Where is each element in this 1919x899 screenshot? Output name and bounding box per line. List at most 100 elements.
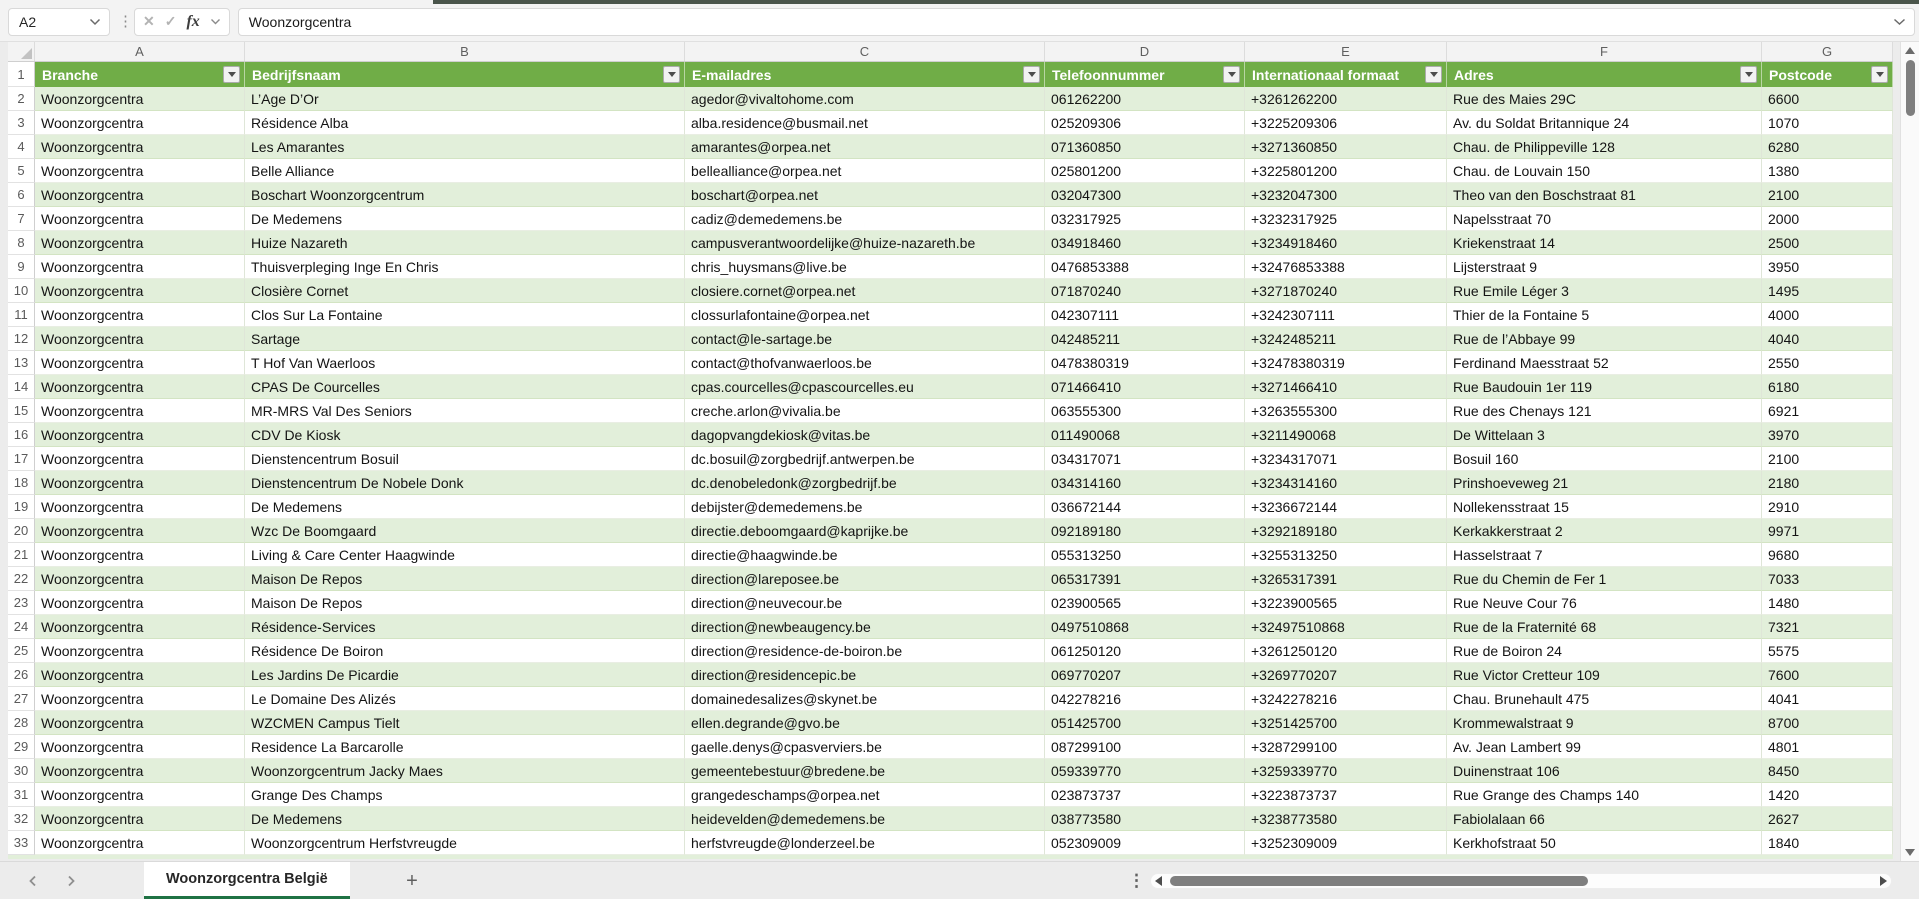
cell[interactable]: 6600 [1762,87,1893,111]
row-number[interactable]: 7 [8,207,35,231]
row-number[interactable]: 17 [8,447,35,471]
cell[interactable]: 025209306 [1045,111,1245,135]
cell[interactable]: +3292189180 [1245,519,1447,543]
cell[interactable]: 7033 [1762,567,1893,591]
cell[interactable]: 0478380319 [1045,351,1245,375]
cell[interactable]: Closière Cornet [245,279,685,303]
cell[interactable]: 042278216 [1045,687,1245,711]
cell[interactable]: contact@le-sartage.be [685,327,1045,351]
cell[interactable]: Av. Jean Lambert 99 [1447,735,1762,759]
cell[interactable]: Woonzorgcentra [35,399,245,423]
row-number[interactable]: 22 [8,567,35,591]
cell[interactable]: heidevelden@demedemens.be [685,807,1045,831]
cell[interactable]: boschart@orpea.net [685,183,1045,207]
cell[interactable]: +3242485211 [1245,327,1447,351]
cell[interactable]: 3970 [1762,423,1893,447]
row-number[interactable]: 10 [8,279,35,303]
cell[interactable]: +3261262200 [1245,87,1447,111]
cell[interactable]: 2000 [1762,207,1893,231]
cell[interactable]: closiere.cornet@orpea.net [685,279,1045,303]
cell[interactable]: Hasselstraat 7 [1447,543,1762,567]
cell[interactable]: Boschart Woonzorgcentrum [245,183,685,207]
cell[interactable]: Les Amarantes [245,135,685,159]
cell[interactable]: Woonzorgcentra [35,807,245,831]
cell[interactable]: Woonzorgcentra [35,279,245,303]
cell[interactable]: 011490068 [1045,423,1245,447]
cell[interactable]: Woonzorgcentrum Herfstvreugde [245,831,685,855]
filter-dropdown-button[interactable] [663,66,680,83]
column-header-D[interactable]: D [1045,42,1245,61]
column-header-E[interactable]: E [1245,42,1447,61]
filter-dropdown-button[interactable] [1223,66,1240,83]
row-number[interactable]: 11 [8,303,35,327]
cell[interactable]: direction@residence-de-boiron.be [685,639,1045,663]
cell[interactable]: WZCMEN Campus Tielt [245,711,685,735]
cell[interactable]: Woonzorgcentra [35,519,245,543]
cell[interactable]: +3255313250 [1245,543,1447,567]
cell[interactable]: Chau. Brunehault 475 [1447,687,1762,711]
cell[interactable]: +3223873737 [1245,783,1447,807]
cell[interactable]: 1380 [1762,159,1893,183]
cell[interactable]: Bosuil 160 [1447,447,1762,471]
cell[interactable]: 7600 [1762,663,1893,687]
horizontal-scrollbar-thumb[interactable] [1170,876,1588,886]
cell[interactable]: Krommewalstraat 9 [1447,711,1762,735]
table-header-cell[interactable]: Telefoonnummer [1045,62,1245,87]
cell[interactable]: dc.denobeledonk@zorgbedrijf.be [685,471,1045,495]
cell[interactable]: Woonzorgcentra [35,495,245,519]
row-number[interactable]: 23 [8,591,35,615]
row-number[interactable]: 4 [8,135,35,159]
cell[interactable]: alba.residence@busmail.net [685,111,1045,135]
cell[interactable]: Rue de Boiron 24 [1447,639,1762,663]
table-header-cell[interactable]: Bedrijfsnaam [245,62,685,87]
cell[interactable]: Woonzorgcentra [35,327,245,351]
cell[interactable]: 042307111 [1045,303,1245,327]
cell[interactable]: Woonzorgcentra [35,591,245,615]
select-all-corner[interactable] [8,42,35,61]
cell[interactable]: Maison De Repos [245,591,685,615]
cell[interactable]: 042485211 [1045,327,1245,351]
cell[interactable]: Dienstencentrum Bosuil [245,447,685,471]
cell[interactable]: 1070 [1762,111,1893,135]
cell[interactable]: 2550 [1762,351,1893,375]
cell[interactable]: Rue Neuve Cour 76 [1447,591,1762,615]
cell[interactable]: 087299100 [1045,735,1245,759]
cell[interactable]: Woonzorgcentra [35,615,245,639]
cell[interactable]: CPAS De Courcelles [245,375,685,399]
cell[interactable]: Woonzorgcentra [35,687,245,711]
cell[interactable]: De Medemens [245,495,685,519]
cell[interactable]: Grange Des Champs [245,783,685,807]
cell[interactable]: debijster@demedemens.be [685,495,1045,519]
name-box[interactable]: A2 [8,8,110,36]
cell[interactable]: cpas.courcelles@cpascourcelles.eu [685,375,1045,399]
row-number[interactable]: 21 [8,543,35,567]
cell[interactable]: 071870240 [1045,279,1245,303]
table-header-cell[interactable]: E-mailadres [685,62,1045,87]
cell[interactable]: Thier de la Fontaine 5 [1447,303,1762,327]
filter-dropdown-button[interactable] [1740,66,1757,83]
cell[interactable]: +3234317071 [1245,447,1447,471]
cell[interactable]: T Hof Van Waerloos [245,351,685,375]
cell[interactable]: Wzc De Boomgaard [245,519,685,543]
cell[interactable]: +3271360850 [1245,135,1447,159]
cell[interactable]: +3225801200 [1245,159,1447,183]
column-header-B[interactable]: B [245,42,685,61]
cell[interactable]: bellealliance@orpea.net [685,159,1045,183]
cell[interactable]: Rue Grange des Champs 140 [1447,783,1762,807]
cell[interactable]: 2180 [1762,471,1893,495]
cell[interactable]: Rue de la Fraternité 68 [1447,615,1762,639]
cell[interactable]: De Wittelaan 3 [1447,423,1762,447]
cell[interactable]: direction@residencepic.be [685,663,1045,687]
cell[interactable]: Kerkakkerstraat 2 [1447,519,1762,543]
cell[interactable]: amarantes@orpea.net [685,135,1045,159]
cell[interactable]: +3232317925 [1245,207,1447,231]
cell[interactable]: 071466410 [1045,375,1245,399]
cell[interactable]: chris_huysmans@live.be [685,255,1045,279]
cell[interactable]: Le Domaine Des Alizés [245,687,685,711]
cell[interactable]: dc.bosuil@zorgbedrijf.antwerpen.be [685,447,1045,471]
cell[interactable]: Woonzorgcentra [35,231,245,255]
cell[interactable]: 034317071 [1045,447,1245,471]
name-box-dropdown-icon[interactable] [89,18,101,26]
cell[interactable]: Duinenstraat 106 [1447,759,1762,783]
enter-icon[interactable]: ✓ [165,13,177,30]
